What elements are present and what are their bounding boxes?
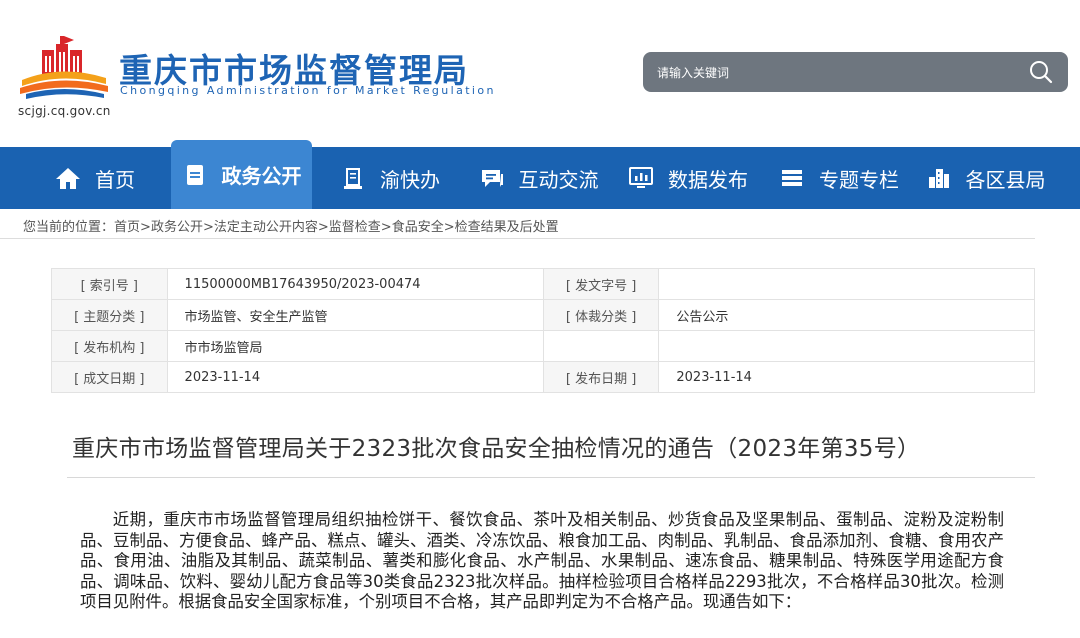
article-title: 重庆市市场监督管理局关于2323批次食品安全抽检情况的通告（2023年第35号） — [72, 436, 921, 462]
chat-icon — [481, 170, 503, 187]
site-url: scjgj.cq.gov.cn — [18, 104, 111, 118]
nav-special-topics[interactable]: 专题专栏 — [770, 147, 908, 209]
meta-empty-cell — [658, 330, 1035, 362]
breadcrumb-link[interactable]: 首页 — [114, 220, 140, 235]
home-icon — [56, 168, 80, 189]
table-row: [ 主题分类 ] 市场监管、安全生产监管 [ 体裁分类 ] 公告公示 — [51, 299, 1035, 331]
nav-label: 政务公开 — [221, 164, 302, 188]
meta-value-created: 2023-11-14 — [166, 361, 544, 393]
meta-label-published: [ 发布日期 ] — [542, 361, 660, 393]
document-icon — [186, 164, 203, 185]
meta-value-genre: 公告公示 — [658, 299, 1035, 331]
breadcrumb-separator: > — [380, 220, 392, 235]
site-header: 重庆市市场监督管理局 Chongqing Administration for … — [0, 0, 1080, 146]
title-divider — [67, 477, 1035, 478]
meta-label-issuer: [ 发布机构 ] — [51, 330, 168, 362]
main-nav: 首页 政务公开 渝快办 互动交流 数据发布 专题专栏 各区县局 — [0, 140, 1080, 209]
nav-label: 首页 — [95, 167, 135, 192]
document-meta-table: [ 索引号 ] 11500000MB17643950/2023-00474 [ … — [51, 268, 1035, 393]
site-logo[interactable] — [16, 34, 112, 100]
breadcrumb-separator: > — [317, 220, 329, 235]
meta-label-created: [ 成文日期 ] — [51, 361, 168, 393]
nav-home[interactable]: 首页 — [40, 147, 150, 209]
breadcrumb-link[interactable]: 食品安全 — [392, 220, 444, 235]
nav-label: 数据发布 — [668, 167, 748, 192]
nav-label: 渝快办 — [380, 167, 440, 192]
buildings-icon — [928, 169, 949, 188]
search-icon[interactable] — [1028, 59, 1054, 85]
meta-label-topic: [ 主题分类 ] — [51, 299, 168, 331]
search-box — [643, 52, 1068, 92]
meta-value-index: 11500000MB17643950/2023-00474 — [166, 268, 544, 300]
nav-data-release[interactable]: 数据发布 — [618, 147, 758, 209]
emblem-icon — [20, 36, 108, 99]
breadcrumb-prefix: 您当前的位置： — [23, 220, 115, 235]
search-input[interactable] — [655, 61, 999, 85]
book-icon — [344, 168, 362, 189]
breadcrumb: 您当前的位置：首页>政务公开>法定主动公开内容>监督检查>食品安全>检查结果及后… — [0, 210, 1035, 239]
nav-district-bureaus[interactable]: 各区县局 — [918, 147, 1053, 209]
nav-label: 互动交流 — [518, 167, 599, 192]
nav-yukuaiban[interactable]: 渝快办 — [330, 147, 450, 209]
site-subtitle: Chongqing Administration for Market Regu… — [120, 84, 496, 97]
breadcrumb-link[interactable]: 法定主动公开内容 — [214, 220, 318, 235]
breadcrumb-separator: > — [443, 220, 455, 235]
breadcrumb-separator: > — [140, 220, 151, 235]
table-row: [ 索引号 ] 11500000MB17643950/2023-00474 [ … — [51, 268, 1035, 300]
nav-label: 专题专栏 — [819, 167, 899, 192]
nav-interaction[interactable]: 互动交流 — [466, 147, 611, 209]
meta-value-topic: 市场监管、安全生产监管 — [166, 299, 544, 331]
meta-label-index: [ 索引号 ] — [51, 268, 168, 300]
nav-label: 各区县局 — [965, 167, 1046, 192]
meta-value-issuer: 市市场监管局 — [166, 330, 544, 362]
nav-government-affairs[interactable]: 政务公开 — [171, 140, 312, 209]
breadcrumb-link[interactable]: 政务公开 — [151, 220, 203, 235]
meta-empty-cell — [542, 330, 660, 362]
table-row: [ 成文日期 ] 2023-11-14 [ 发布日期 ] 2023-11-14 — [51, 361, 1035, 393]
breadcrumb-separator: > — [202, 220, 214, 235]
meta-value-published: 2023-11-14 — [658, 361, 1035, 393]
meta-label-genre: [ 体裁分类 ] — [542, 299, 660, 331]
meta-value-doc-no — [658, 268, 1035, 300]
list-icon — [782, 170, 802, 186]
meta-label-doc-no: [ 发文字号 ] — [542, 268, 660, 300]
table-row: [ 发布机构 ] 市市场监管局 — [51, 330, 1035, 362]
breadcrumb-link[interactable]: 检查结果及后处置 — [455, 220, 559, 235]
monitor-chart-icon — [629, 167, 653, 188]
breadcrumb-link[interactable]: 监督检查 — [329, 220, 381, 235]
article-paragraph: 近期，重庆市市场监督管理局组织抽检饼干、餐饮食品、茶叶及相关制品、炒货食品及坚果… — [80, 510, 1004, 611]
